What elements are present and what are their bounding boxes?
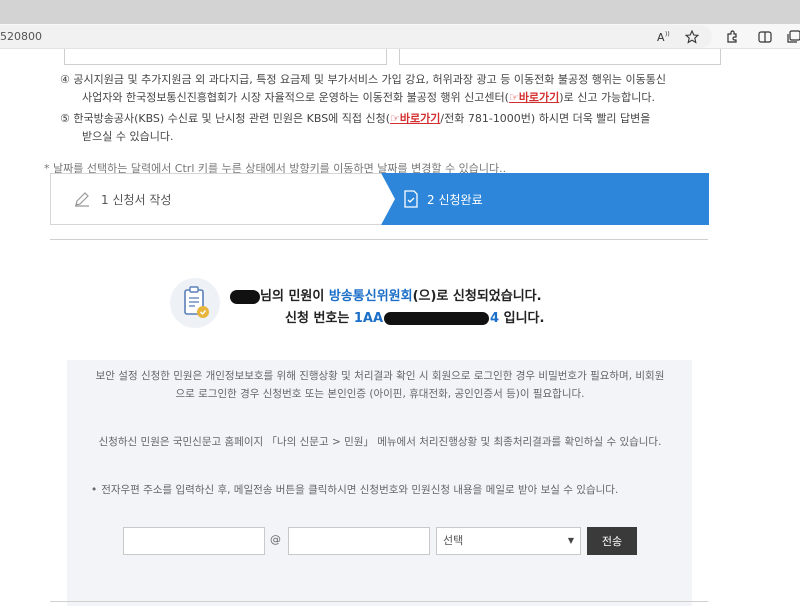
page-content: ④ 공시지원금 및 추가지원금 외 과다지급, 특정 요금제 및 부가서비스 가…	[0, 49, 800, 606]
url-text: 520800	[0, 30, 42, 43]
email-info-label: 전자우편 주소를 입력하신 후, 메일전송 버튼을 클릭하시면 신청번호와 민원…	[101, 484, 619, 496]
notice-4-text-a: 사업자와 한국정보통신진흥협회가 시장 자율적으로 운영하는 이동전화 불공정 …	[82, 91, 509, 104]
redacted-number	[384, 312, 490, 325]
agency-name: 방송통신위원회	[328, 289, 413, 304]
step1-label: 1 신청서 작성	[101, 192, 172, 207]
notice-4-text-b: )로 신고 가능합니다.	[559, 91, 656, 104]
split-screen-icon[interactable]	[755, 27, 775, 47]
notice-4-line2: 사업자와 한국정보통신진흥협회가 시장 자율적으로 운영하는 이동전화 불공정 …	[60, 89, 710, 107]
pencil-icon	[75, 192, 89, 207]
application-complete-icon	[170, 278, 220, 328]
email-id-input[interactable]	[123, 527, 265, 555]
notice-item-4: ④ 공시지원금 및 추가지원금 외 과다지급, 특정 요금제 및 부가서비스 가…	[60, 71, 710, 107]
application-number-end: 4	[490, 311, 500, 326]
result-text-a: 님의 민원이	[260, 289, 329, 304]
notice-5-line1: ⑤ 한국방송공사(KBS) 수신료 및 난시청 관련 민원은 KBS에 직접 신…	[60, 110, 710, 128]
document-check-icon	[404, 190, 418, 208]
window-top-strip	[0, 0, 800, 24]
notice-4-line1: ④ 공시지원금 및 추가지원금 외 과다지급, 특정 요금제 및 부가서비스 가…	[60, 73, 667, 86]
svg-text:A: A	[657, 31, 665, 44]
check-status-info-text: 신청하신 민원은 국민신문고 홈페이지 「나의 신문고 > 민원」 메뉴에서 처…	[98, 436, 662, 448]
email-domain-select[interactable]: 선택 ▼	[436, 527, 581, 555]
redacted-name	[230, 289, 260, 304]
at-sign: @	[270, 533, 281, 546]
bottom-divider	[50, 601, 708, 602]
result-number-suffix: 입니다.	[499, 311, 545, 326]
chevron-down-icon: ▼	[567, 536, 574, 545]
step-complete: 2 신청완료	[381, 173, 709, 225]
step-write-application: 1 신청서 작성	[51, 174, 381, 224]
notice-4-link[interactable]: ☞바로가기	[509, 91, 559, 104]
divider	[50, 239, 708, 240]
result-text-b: (으)로 신청되었습니다.	[412, 289, 542, 304]
notice-5-text-b: /전화 781-1000번) 하시면 더욱 빨리 답변을	[440, 112, 651, 125]
favorite-star-icon[interactable]	[682, 27, 702, 47]
result-line-2: 신청 번호는 1AA 4 입니다.	[285, 307, 544, 326]
send-email-button[interactable]: 전송	[587, 527, 637, 555]
result-number-prefix: 신청 번호는	[285, 311, 354, 326]
step2-label: 2 신청완료	[427, 192, 483, 207]
address-bar[interactable]: 520800	[0, 25, 712, 48]
svg-text:)): ))	[665, 31, 670, 38]
email-domain-input[interactable]	[288, 527, 430, 555]
progress-steps: 1 신청서 작성 2 신청완료	[50, 173, 709, 225]
previous-field-right[interactable]	[399, 49, 721, 65]
domain-select-value: 선택	[443, 534, 464, 547]
notice-5-link[interactable]: ☞바로가기	[390, 112, 440, 125]
collections-icon[interactable]	[784, 27, 800, 47]
notice-item-5: ⑤ 한국방송공사(KBS) 수신료 및 난시청 관련 민원은 KBS에 직접 신…	[60, 110, 710, 146]
info-panel: 보안 설정 신청한 민원은 개인정보보호를 위해 진행상황 및 처리결과 확인 …	[67, 360, 692, 606]
read-aloud-icon[interactable]: A))	[655, 27, 675, 47]
email-info-text: • 전자우편 주소를 입력하신 후, 메일전송 버튼을 클릭하시면 신청번호와 민…	[91, 484, 619, 496]
notice-5-line2: 받으실 수 있습니다.	[82, 130, 174, 143]
security-info-text: 보안 설정 신청한 민원은 개인정보보호를 위해 진행상황 및 처리결과 확인 …	[95, 370, 665, 400]
notice-5-text-a: ⑤ 한국방송공사(KBS) 수신료 및 난시청 관련 민원은 KBS에 직접 신…	[60, 112, 391, 125]
result-line-1: 님의 민원이 방송통신위원회(으)로 신청되었습니다.	[230, 285, 542, 304]
application-number-start: 1AA	[353, 311, 384, 326]
previous-field-left[interactable]	[64, 49, 387, 65]
browser-toolbar: 520800 A))	[0, 24, 800, 49]
step-arrow	[381, 173, 395, 225]
extensions-icon[interactable]	[722, 27, 742, 47]
